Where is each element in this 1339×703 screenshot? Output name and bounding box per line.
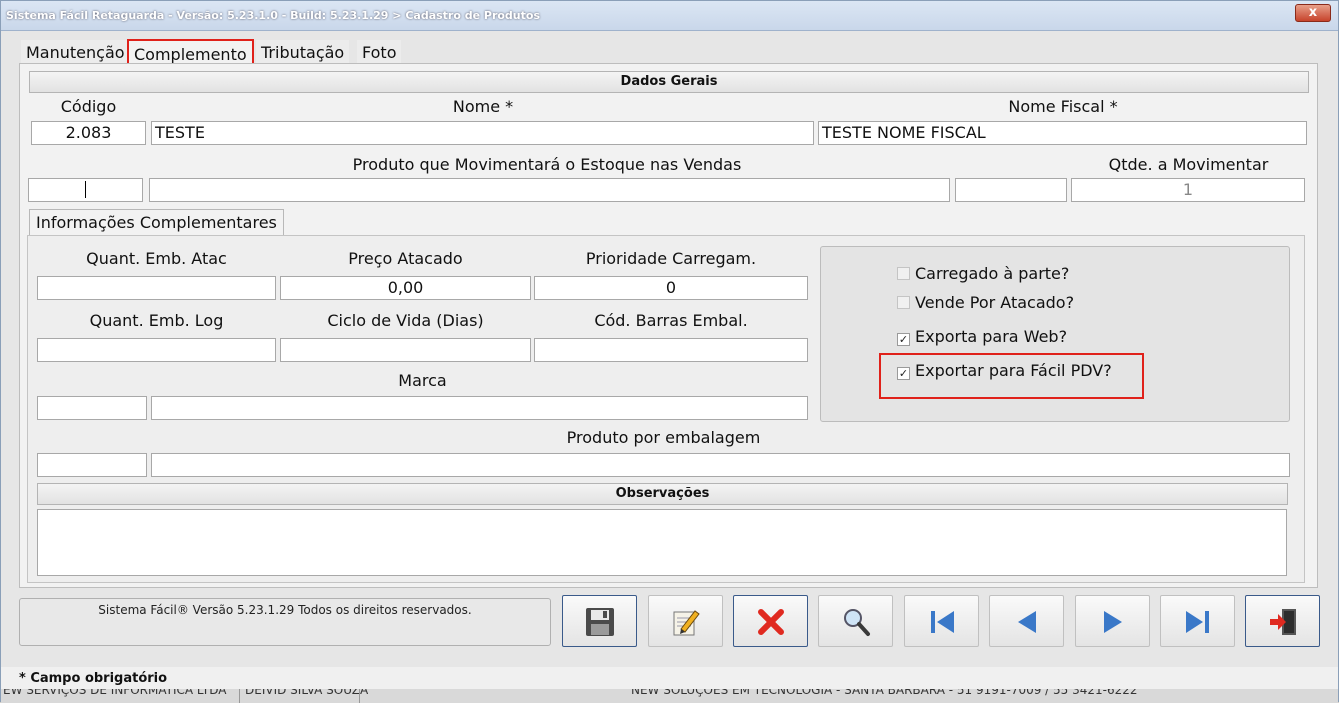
vende-atacado-label: Vende Por Atacado?: [915, 293, 1075, 312]
first-record-button[interactable]: [904, 595, 979, 647]
copyright-box: Sistema Fácil® Versão 5.23.1.29 Todos os…: [19, 598, 551, 646]
red-x-icon: [758, 609, 784, 635]
dados-gerais-header: Dados Gerais: [29, 71, 1309, 93]
marca-desc-field[interactable]: [151, 396, 808, 420]
highlight-box: [879, 353, 1144, 399]
previous-record-icon: [1018, 611, 1036, 633]
last-record-icon: [1186, 611, 1209, 633]
divider: [239, 689, 240, 703]
nome-fiscal-label: Nome Fiscal *: [1008, 97, 1118, 116]
title-bar: Sistema Fácil Retaguarda - Versão: 5.23.…: [1, 1, 1338, 31]
marca-code-field[interactable]: [37, 396, 147, 420]
close-button[interactable]: x: [1295, 4, 1331, 22]
next-record-button[interactable]: [1075, 595, 1150, 647]
exporta-web-checkbox[interactable]: ✓ Exporta para Web?: [897, 327, 1067, 346]
preco-atacado-label: Preço Atacado: [348, 249, 463, 268]
qtde-movimentar-label: Qtde. a Movimentar: [1108, 155, 1269, 174]
quant-emb-atac-field[interactable]: [37, 276, 276, 300]
prioridade-carregam-field[interactable]: 0: [534, 276, 808, 300]
observacoes-header: Observações: [37, 483, 1288, 505]
save-button[interactable]: [562, 595, 637, 647]
ciclo-vida-field[interactable]: [280, 338, 531, 362]
edit-button[interactable]: [648, 595, 723, 647]
carregado-parte-label: Carregado à parte?: [915, 264, 1070, 283]
user-name: DEIVID SILVA SOUZA: [245, 689, 369, 697]
preco-atacado-field[interactable]: 0,00: [280, 276, 531, 300]
divider: [359, 689, 360, 703]
previous-record-button[interactable]: [989, 595, 1064, 647]
checkbox-unchecked-icon: [897, 296, 910, 309]
exporta-web-label: Exporta para Web?: [915, 327, 1068, 346]
exit-button[interactable]: [1245, 595, 1320, 647]
window-title: Sistema Fácil Retaguarda - Versão: 5.23.…: [6, 9, 541, 22]
codigo-label: Código: [60, 97, 117, 116]
vende-atacado-checkbox[interactable]: Vende Por Atacado?: [897, 293, 1074, 312]
next-record-icon: [1104, 611, 1122, 633]
quant-emb-atac-label: Quant. Emb. Atac: [86, 249, 227, 268]
delete-button[interactable]: [733, 595, 808, 647]
tab-info-complementares[interactable]: Informações Complementares: [29, 209, 284, 235]
prioridade-carregam-label: Prioridade Carregam.: [585, 249, 757, 268]
nome-field[interactable]: TESTE: [151, 121, 814, 145]
last-record-button[interactable]: [1160, 595, 1235, 647]
produto-estoque-label: Produto que Movimentará o Estoque nas Ve…: [352, 155, 742, 174]
company-name: EW SERVIÇOS DE INFORMÁTICA LTDA: [3, 689, 227, 697]
status-bar: * Campo obrigatório: [1, 667, 1338, 689]
app-window: Sistema Fácil Retaguarda - Versão: 5.23.…: [0, 0, 1339, 703]
search-button[interactable]: [818, 595, 893, 647]
magnifier-icon: [844, 609, 870, 636]
required-field-note: * Campo obrigatório: [19, 671, 168, 686]
nome-fiscal-field[interactable]: TESTE NOME FISCAL: [818, 121, 1307, 145]
produto-embalagem-code-field[interactable]: [37, 453, 147, 477]
checkmark-icon: ✓: [897, 333, 910, 346]
nome-label: Nome *: [452, 97, 514, 116]
text-caret: [85, 181, 86, 198]
marca-label: Marca: [398, 371, 447, 390]
produto-embalagem-desc-field[interactable]: [151, 453, 1290, 477]
exit-door-icon: [1270, 609, 1296, 635]
quant-emb-log-field[interactable]: [37, 338, 276, 362]
quant-emb-log-label: Quant. Emb. Log: [89, 311, 224, 330]
cod-barras-embal-field[interactable]: [534, 338, 808, 362]
support-info: NEW SOLUÇÕES EM TECNOLOGIA - SANTA BÁRBA…: [631, 689, 1138, 697]
floppy-disk-icon: [586, 608, 614, 636]
ciclo-vida-label: Ciclo de Vida (Dias): [327, 311, 484, 330]
pencil-notepad-icon: [673, 610, 700, 636]
qtde-movimentar-field[interactable]: 1: [1071, 178, 1305, 202]
checkbox-unchecked-icon: [897, 267, 910, 280]
produto-estoque-extra-field[interactable]: [955, 178, 1067, 202]
codigo-field[interactable]: 2.083: [31, 121, 146, 145]
info-strip: EW SERVIÇOS DE INFORMÁTICA LTDA DEIVID S…: [1, 689, 1338, 703]
cod-barras-embal-label: Cód. Barras Embal.: [594, 311, 748, 330]
carregado-parte-checkbox[interactable]: Carregado à parte?: [897, 264, 1069, 283]
produto-estoque-desc-field[interactable]: [149, 178, 950, 202]
produto-embalagem-label: Produto por embalagem: [566, 428, 761, 447]
observacoes-textarea[interactable]: [37, 509, 1287, 576]
first-record-icon: [931, 611, 954, 633]
